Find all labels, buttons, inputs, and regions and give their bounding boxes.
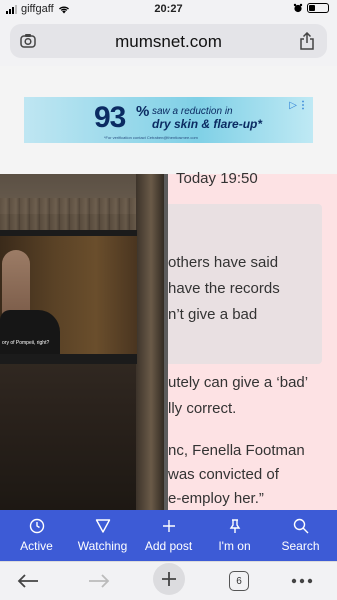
pin-icon: [229, 519, 240, 533]
plus-circle-icon: [153, 563, 185, 595]
share-icon[interactable]: [299, 32, 315, 50]
video-edge: [164, 174, 168, 510]
post-text-line: lly correct.: [168, 400, 237, 417]
nav-add-post[interactable]: Add post: [135, 510, 202, 561]
new-tab-button[interactable]: [152, 563, 186, 595]
ad-choices-icon[interactable]: ▷: [289, 100, 297, 111]
ad-percent-symbol: %: [136, 103, 150, 120]
post-text-line: utely can give a ‘bad’: [168, 374, 309, 391]
tab-count: 6: [229, 571, 249, 591]
battery-icon: [307, 3, 329, 13]
nav-watching[interactable]: Watching: [69, 510, 136, 561]
url-text[interactable]: mumsnet.com: [10, 32, 327, 52]
quote-line: have the records: [168, 280, 280, 297]
more-menu-button[interactable]: [288, 569, 316, 593]
status-right: [293, 3, 329, 13]
clock-icon: [29, 518, 44, 534]
tabs-button[interactable]: 6: [227, 569, 251, 593]
video-scene-pillar: [136, 174, 166, 510]
nav-im-on[interactable]: I'm on: [201, 510, 268, 561]
plus-icon: [162, 520, 175, 532]
video-caption: ory of Pompeii, right?: [2, 340, 50, 346]
nav-search[interactable]: Search: [267, 510, 334, 561]
address-bar[interactable]: mumsnet.com: [10, 24, 327, 58]
search-icon: [293, 518, 308, 534]
nav-label: Search: [281, 539, 320, 553]
ad-banner[interactable]: 93 % saw a reduction in dry skin & flare…: [24, 97, 313, 143]
arrow-left-icon: [17, 574, 38, 588]
post-text-line: e-employ her.”: [168, 490, 264, 507]
browser-toolbar: 6: [0, 561, 337, 600]
post-timestamp: Today 19:50: [176, 170, 258, 187]
nav-label: Active: [20, 539, 53, 553]
bottom-nav: Active Watching Add post I'm on Search: [0, 510, 337, 561]
nav-label: I'm on: [218, 539, 251, 553]
nav-active[interactable]: Active: [3, 510, 70, 561]
browser-url-area: mumsnet.com: [0, 20, 337, 66]
post-text-line: nc, Fenella Footman: [168, 442, 305, 459]
ad-menu-icon[interactable]: ⋮: [298, 100, 308, 111]
post-text-line: was convicted of: [168, 466, 279, 483]
quote-line: others have said: [168, 254, 279, 271]
alarm-icon: [293, 3, 303, 13]
ad-fine-print: *For verification contact Cetraben@thent…: [104, 135, 198, 140]
ad-line-1: saw a reduction in: [152, 106, 233, 117]
ad-percent: 93: [94, 101, 126, 134]
ad-container: 93 % saw a reduction in dry skin & flare…: [0, 66, 337, 174]
picture-in-picture-video[interactable]: ory of Pompeii, right?: [0, 230, 137, 364]
forward-button[interactable]: [85, 569, 113, 593]
status-time: 20:27: [154, 3, 183, 15]
arrow-right-icon: [89, 574, 110, 588]
presenter-shoulder: [0, 310, 60, 354]
ad-line-2: dry skin & flare-up*: [152, 117, 263, 131]
quote-line: n’t give a bad: [168, 306, 258, 323]
nav-label: Add post: [144, 539, 193, 553]
back-button[interactable]: [14, 569, 42, 593]
filter-icon: [95, 519, 110, 533]
nav-label: Watching: [77, 539, 128, 553]
status-bar: giffgaff 20:27: [0, 0, 337, 20]
more-dots-icon: [291, 578, 313, 584]
